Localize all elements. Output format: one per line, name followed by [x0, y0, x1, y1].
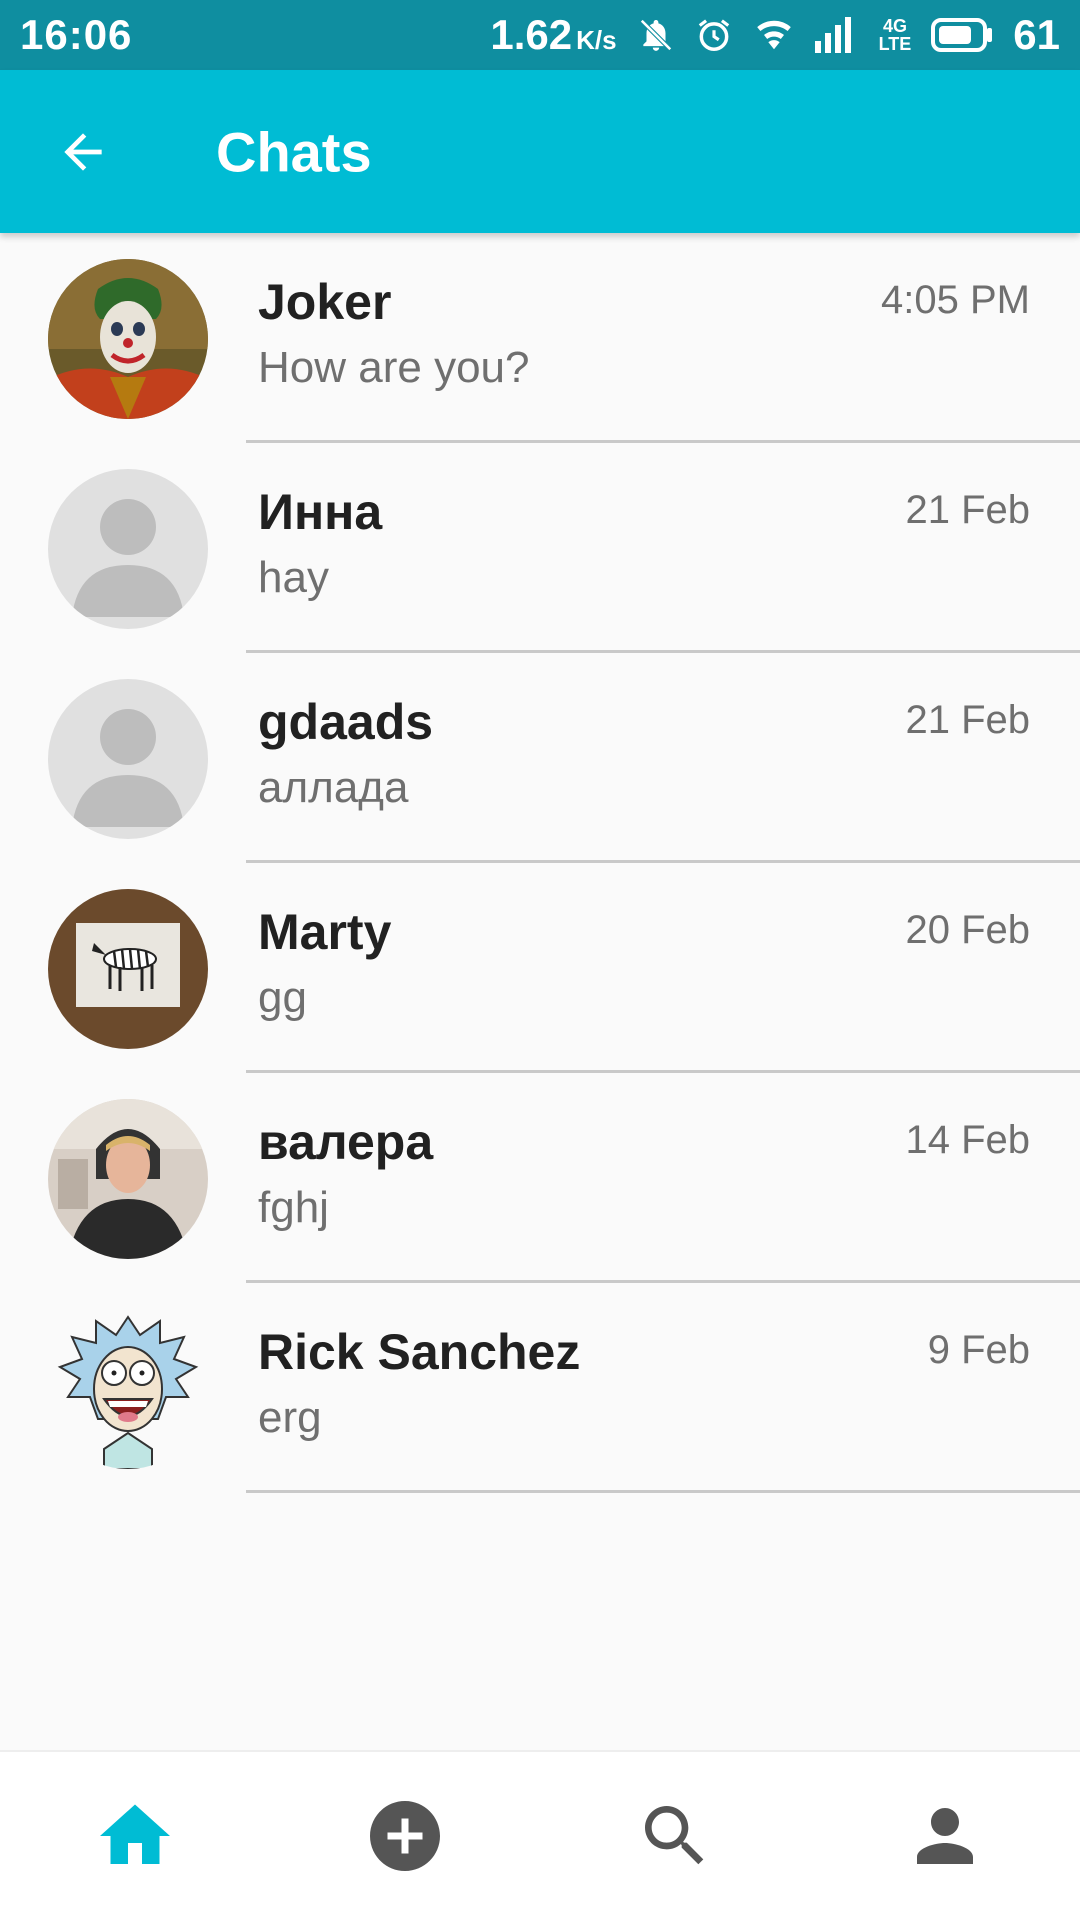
chat-item-valera[interactable]: валера 14 Feb fghj [0, 1073, 1080, 1283]
rick-cartoon-avatar-image [48, 1309, 208, 1469]
chat-preview: erg [258, 1393, 322, 1442]
status-bar: 16:06 1.62 K/s 4G LTE 61 [0, 0, 1080, 70]
bell-muted-icon [637, 16, 675, 54]
chat-item-rick-sanchez[interactable]: Rick Sanchez 9 Feb erg [0, 1283, 1080, 1493]
chat-time: 20 Feb [905, 908, 1030, 952]
joker-avatar-image [48, 259, 208, 419]
chat-list: Joker 4:05 PM How are you? Инна 21 Feb h… [0, 233, 1080, 1493]
nav-add-chat[interactable] [270, 1752, 540, 1920]
home-icon [100, 1804, 170, 1864]
nav-search[interactable] [540, 1752, 810, 1920]
chat-preview: gg [258, 973, 307, 1022]
chat-time: 21 Feb [905, 698, 1030, 742]
default-person-avatar-icon [48, 469, 208, 629]
chat-name: Joker [258, 274, 392, 330]
nav-profile[interactable] [810, 1752, 1080, 1920]
network-type: 4G LTE [879, 17, 912, 53]
bottom-nav [0, 1750, 1080, 1920]
chat-preview: hay [258, 553, 329, 602]
avatar [48, 889, 208, 1049]
chat-name: gdaads [258, 694, 434, 750]
chat-time: 4:05 PM [881, 278, 1030, 322]
battery-icon [931, 18, 993, 52]
chat-preview: fghj [258, 1183, 329, 1232]
chat-item-inna[interactable]: Инна 21 Feb hay [0, 443, 1080, 653]
status-time: 16:06 [20, 11, 133, 58]
back-button[interactable] [48, 117, 118, 187]
chat-item-marty[interactable]: Marty 20 Feb gg [0, 863, 1080, 1073]
app-bar: Chats [0, 70, 1080, 233]
chat-time: 9 Feb [927, 1328, 1030, 1372]
divider [246, 1490, 1080, 1493]
wifi-icon [753, 16, 795, 54]
add-circle-icon [370, 1801, 440, 1871]
network-type-sub: LTE [878, 34, 912, 54]
status-icons: 1.62 K/s 4G LTE 61 [490, 11, 1060, 59]
signal-icon [814, 17, 859, 53]
page-title: Chats [216, 120, 372, 183]
network-type-main: 4G [882, 16, 907, 36]
search-icon [645, 1806, 704, 1865]
nav-home[interactable] [0, 1752, 270, 1920]
chat-item-joker[interactable]: Joker 4:05 PM How are you? [0, 233, 1080, 443]
chat-name: Marty [258, 904, 392, 960]
network-speed-unit: K/s [576, 25, 617, 55]
avatar [48, 259, 208, 419]
chat-item-gdaads[interactable]: gdaads 21 Feb аллада [0, 653, 1080, 863]
default-person-avatar-icon [48, 679, 208, 839]
person-icon [917, 1808, 973, 1864]
chat-time: 14 Feb [905, 1118, 1030, 1162]
arrow-back-icon [64, 132, 102, 171]
chat-name: Инна [258, 484, 383, 540]
chat-name: валера [258, 1114, 434, 1170]
chat-preview: How are you? [258, 343, 530, 392]
zebra-avatar-image [48, 889, 208, 1049]
battery-level: 61 [1013, 11, 1060, 58]
chat-name: Rick Sanchez [258, 1324, 581, 1380]
network-speed-value: 1.62 [490, 11, 573, 58]
avatar [48, 469, 208, 629]
avatar [48, 1099, 208, 1259]
network-speed: 1.62 K/s [490, 11, 616, 59]
person-avatar-image [48, 1099, 208, 1259]
chat-time: 21 Feb [905, 488, 1030, 532]
avatar [48, 679, 208, 839]
chat-preview: аллада [258, 763, 409, 812]
alarm-icon [695, 16, 733, 54]
avatar [48, 1309, 208, 1469]
